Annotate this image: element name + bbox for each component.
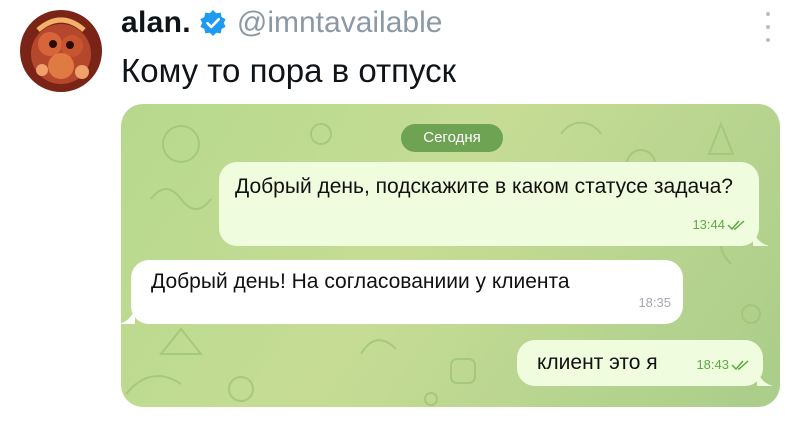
message-time: 18:43 [696, 357, 729, 372]
message-meta: 18:35 [638, 288, 671, 318]
date-separator: Сегодня [401, 124, 503, 152]
message-text: Добрый день, подскажите в каком статусе … [235, 175, 733, 198]
handle[interactable]: @imntavailable [237, 6, 443, 40]
message-time: 13:44 [692, 217, 725, 232]
avatar-image [20, 10, 102, 92]
double-check-icon [727, 220, 745, 231]
message-text: клиент это я [537, 351, 658, 374]
verified-badge-icon [199, 9, 227, 37]
message-time: 18:35 [638, 295, 671, 310]
incoming-message[interactable]: Добрый день! На согласованиии у клиента … [131, 260, 683, 324]
outgoing-message[interactable]: Добрый день, подскажите в каком статусе … [219, 162, 759, 246]
chat-screenshot[interactable]: Сегодня Добрый день, подскажите в каком … [121, 104, 780, 407]
message-meta: 13:44 [692, 210, 747, 240]
tweet-author: alan. @imntavailable [121, 6, 442, 40]
avatar[interactable] [20, 10, 102, 92]
message-meta: 18:43 [696, 350, 751, 380]
outgoing-bubble-tail [757, 368, 773, 386]
message-text: Добрый день! На согласованиии у клиента [151, 270, 570, 293]
outgoing-message[interactable]: клиент это я 18:43 [517, 340, 763, 386]
double-check-icon [731, 360, 749, 371]
outgoing-bubble-tail [753, 228, 769, 246]
tweet-text: Кому то пора в отпуск [121, 52, 457, 89]
more-options-icon[interactable] [760, 12, 776, 42]
display-name[interactable]: alan. [121, 6, 191, 40]
incoming-bubble-tail [121, 306, 135, 324]
